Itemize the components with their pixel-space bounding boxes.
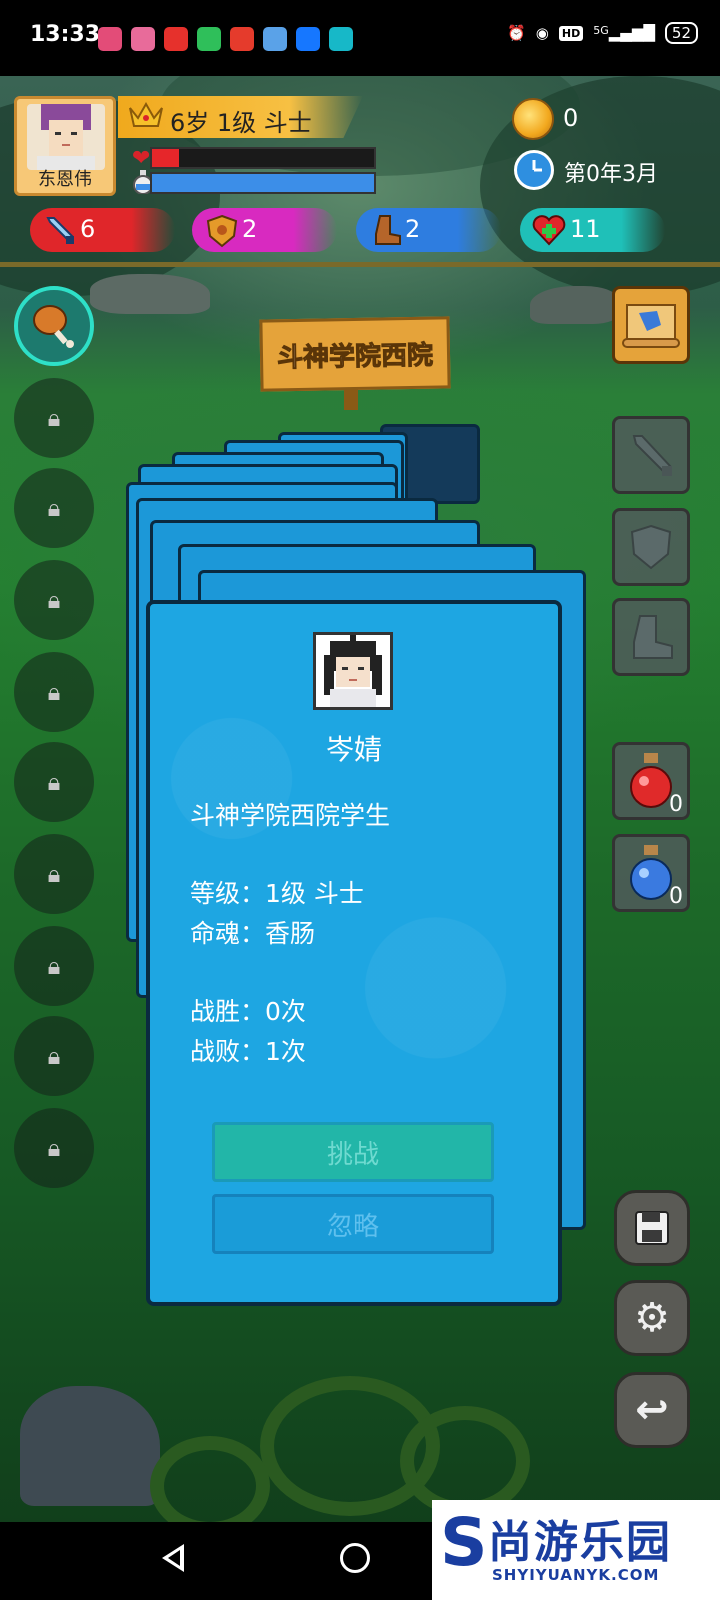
locked-slot[interactable]: 🔒︎ (14, 468, 94, 548)
armor-slot[interactable] (612, 508, 690, 586)
game-date: 第0年3月 (564, 162, 658, 187)
nav-back-icon-inner (168, 1550, 180, 1566)
weapon-slot[interactable] (612, 416, 690, 494)
coin-icon (512, 98, 554, 140)
sign-post (344, 388, 358, 410)
blue-potion-count: 0 (669, 884, 683, 909)
crown-icon (128, 100, 164, 130)
mp-bar (150, 172, 376, 194)
locked-slot[interactable]: 🔒︎ (14, 742, 94, 822)
sword-icon (632, 435, 672, 476)
drumstick-icon (33, 305, 74, 348)
defense-value: 2 (242, 215, 258, 243)
lock-icon: 🔒︎ (47, 1134, 61, 1162)
locked-slot[interactable]: 🔒︎ (14, 652, 94, 732)
app-notification-icon (230, 27, 254, 51)
notification-icons (98, 27, 353, 51)
app-notification-icon (197, 27, 221, 51)
mp-bar-fill (152, 174, 374, 192)
avatar (27, 104, 105, 170)
wifi-icon: ◉ (535, 24, 549, 42)
app-notification-icon (98, 27, 122, 51)
npc-level: 等级：1级 斗士 (190, 879, 364, 908)
rock (20, 1386, 160, 1506)
back-button[interactable]: ↩ (614, 1372, 690, 1448)
player-name: 东恩伟 (38, 169, 92, 190)
npc-losses: 战败：1次 (190, 1037, 306, 1066)
npc-wins: 战胜：0次 (190, 997, 306, 1026)
npc-title: 斗神学院西院学生 (190, 801, 391, 830)
locked-slot[interactable]: 🔒︎ (14, 378, 94, 458)
npc-soul: 命魂：香肠 (190, 919, 316, 948)
settings-button[interactable]: ⚙ (614, 1280, 690, 1356)
app-notification-icon (131, 27, 155, 51)
alarm-icon: ⏰ (507, 24, 526, 42)
location-name: 斗神学院西院 (276, 340, 434, 374)
battery-indicator: 52 (664, 22, 698, 44)
brand-url: SHYIYUANYK.COM (492, 1566, 660, 1584)
nav-home-icon[interactable] (340, 1543, 370, 1573)
hud-divider (0, 262, 720, 267)
lock-icon: 🔒︎ (47, 1042, 61, 1070)
npc-name: 岑婧 (325, 733, 382, 766)
challenge-button[interactable]: 挑战 (212, 1122, 494, 1182)
app-notification-icon (329, 27, 353, 51)
sword-icon (44, 214, 78, 250)
app-notification-icon (164, 27, 188, 51)
rock (530, 286, 620, 324)
locked-slot[interactable]: 🔒︎ (14, 834, 94, 914)
heart-plus-icon (532, 214, 566, 250)
gear-icon: ⚙ (634, 1295, 670, 1341)
lock-icon: 🔒︎ (47, 586, 61, 614)
player-avatar[interactable]: 东恩伟 (14, 96, 116, 196)
red-potion-slot[interactable]: 0 (612, 742, 690, 820)
health-value: 11 (570, 215, 601, 243)
locked-slot[interactable]: 🔒︎ (14, 1108, 94, 1188)
lock-icon: 🔒︎ (47, 494, 61, 522)
lock-icon: 🔒︎ (47, 404, 61, 432)
lock-icon: 🔒︎ (47, 678, 61, 706)
vine (150, 1436, 270, 1522)
locked-slot[interactable]: 🔒︎ (14, 1016, 94, 1096)
red-potion-count: 0 (669, 792, 683, 817)
locked-slot[interactable]: 🔒︎ (14, 926, 94, 1006)
blue-potion-slot[interactable]: 0 (612, 834, 690, 912)
status-indicators: ⏰ ◉ HD 5G▂▄▆█ 52 (507, 22, 698, 44)
rock (90, 274, 210, 314)
lock-icon: 🔒︎ (47, 860, 61, 888)
map-scroll-icon (622, 304, 680, 348)
map-button[interactable] (612, 286, 690, 364)
signal-icon: 5G▂▄▆█ (593, 24, 655, 42)
heart-icon: ❤ (132, 146, 151, 171)
lock-icon: 🔒︎ (47, 768, 61, 796)
speed-value: 2 (405, 215, 421, 243)
drumstick-slot[interactable] (14, 286, 94, 366)
status-time: 13:33 (30, 22, 101, 47)
shield-icon (630, 524, 672, 570)
save-button[interactable] (614, 1190, 690, 1266)
return-arrow-icon: ↩ (635, 1387, 669, 1433)
brand-name: 尚游乐园 (488, 1517, 672, 1568)
hd-icon: HD (558, 25, 584, 41)
status-bar: 13:33 ⏰ ◉ HD 5G▂▄▆█ 52 (0, 0, 720, 76)
boot-icon (633, 615, 673, 659)
boot-icon (370, 214, 402, 250)
coin-count: 0 (563, 104, 579, 132)
location-sign: 斗神学院西院 (259, 316, 451, 392)
attack-value: 6 (80, 215, 96, 243)
ignore-button[interactable]: 忽略 (212, 1194, 494, 1254)
lock-icon: 🔒︎ (47, 952, 61, 980)
app-notification-icon (296, 27, 320, 51)
brand-logo-letter: S (440, 1504, 488, 1581)
clock-icon (514, 150, 554, 190)
hp-bar (150, 147, 376, 169)
boots-slot[interactable] (612, 598, 690, 676)
player-rank: 6岁 1级 斗士 (170, 109, 312, 137)
save-icon (635, 1211, 669, 1245)
locked-slot[interactable]: 🔒︎ (14, 560, 94, 640)
app-notification-icon (263, 27, 287, 51)
shield-icon (206, 214, 238, 252)
npc-portrait (313, 632, 393, 710)
hp-bar-fill (152, 149, 179, 167)
